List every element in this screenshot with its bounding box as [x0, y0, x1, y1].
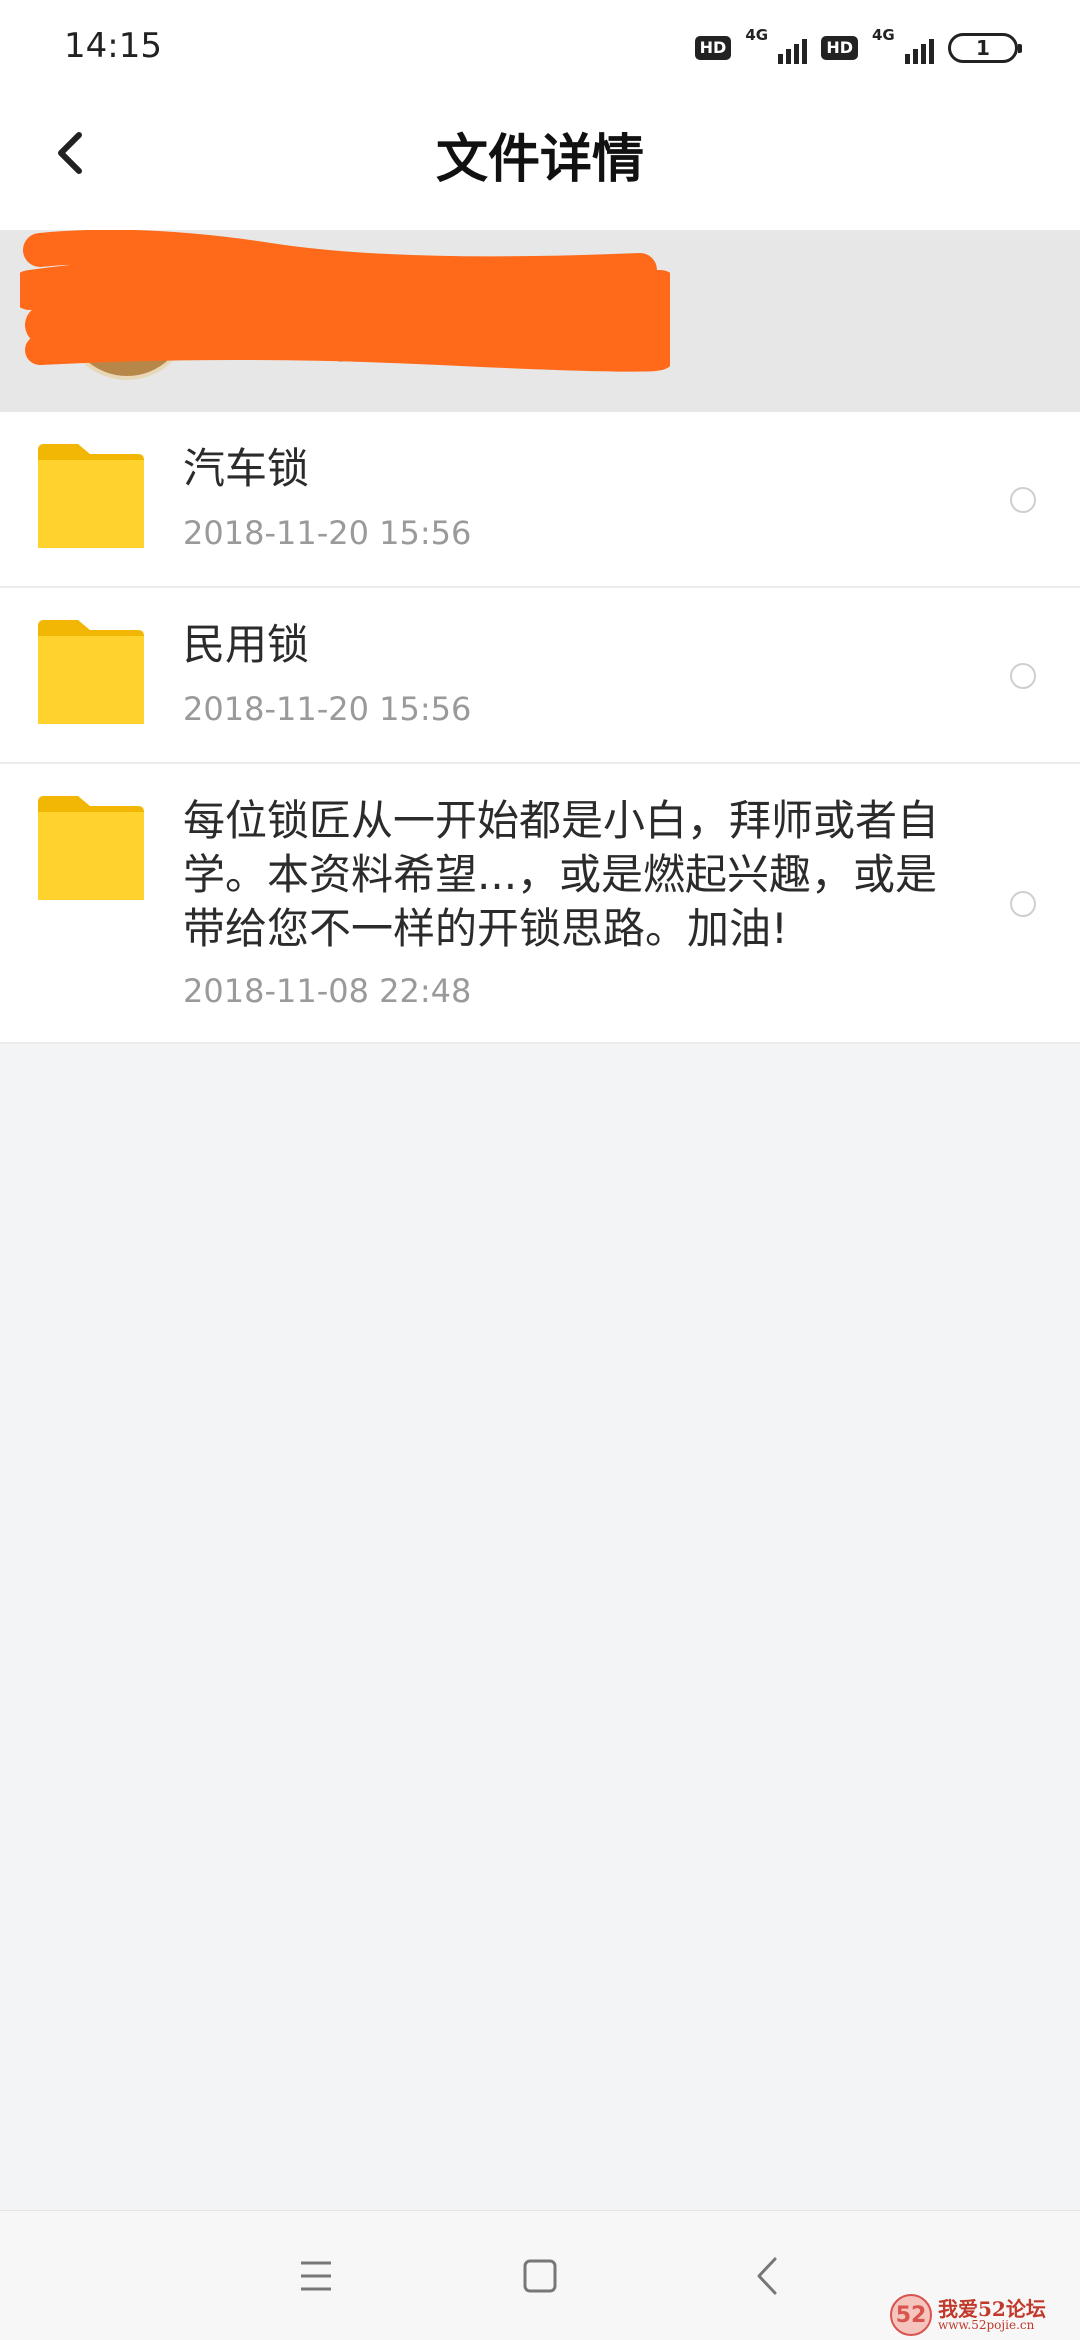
menu-icon[interactable] [293, 2253, 339, 2299]
battery-icon: 1 [948, 33, 1022, 63]
radio-unchecked-icon[interactable] [1010, 663, 1036, 689]
redaction-scribble [20, 230, 670, 372]
file-row[interactable]: 每位锁匠从一开始都是小白，拜师或者自学。本资料希望...，或是燃起兴趣，或是带给… [0, 764, 1080, 1044]
folder-icon [38, 796, 144, 900]
watermark-url: www.52pojie.cn [938, 2318, 1035, 2332]
page-title: 文件详情 [435, 130, 644, 190]
watermark: 52 我爱52论坛 www.52pojie.cn [890, 2290, 1080, 2340]
folder-icon [38, 620, 144, 724]
owner-info: 07-08 12:38 [0, 230, 1080, 412]
radio-unchecked-icon[interactable] [1010, 487, 1036, 513]
page-header: 文件详情 [0, 95, 1080, 230]
status-time: 14:15 [64, 26, 162, 66]
status-icons: HD 4G HD 4G 1 [694, 26, 1022, 68]
status-bar: 14:15 HD 4G HD 4G 1 [0, 0, 1080, 95]
file-row[interactable]: 民用锁 2018-11-20 15:56 [0, 588, 1080, 764]
hd-voice-icon: HD [694, 36, 732, 60]
file-name: 汽车锁 [183, 444, 310, 493]
hd-voice-icon-2: HD [821, 36, 858, 60]
folder-icon [38, 444, 144, 548]
signal-4g-icon: 4G [745, 26, 808, 68]
file-name: 民用锁 [183, 620, 310, 669]
file-row[interactable]: 汽车锁 2018-11-20 15:56 [0, 412, 1080, 588]
watermark-logo: 52 [890, 2294, 932, 2336]
radio-unchecked-icon[interactable] [1010, 891, 1036, 917]
file-date: 2018-11-20 15:56 [183, 690, 472, 728]
file-name: 每位锁匠从一开始都是小白，拜师或者自学。本资料希望...，或是燃起兴趣，或是带给… [183, 796, 940, 953]
watermark-title: 我爱52论坛 [938, 2297, 1046, 2321]
square-home-icon[interactable] [517, 2253, 563, 2299]
signal-4g-icon-2: 4G [872, 26, 934, 68]
file-list: 汽车锁 2018-11-20 15:56 民用锁 2018-11-20 15:5… [0, 412, 1080, 1044]
file-date: 2018-11-20 15:56 [183, 514, 472, 552]
chevron-left-icon[interactable] [745, 2253, 791, 2299]
file-date: 2018-11-08 22:48 [183, 972, 472, 1010]
